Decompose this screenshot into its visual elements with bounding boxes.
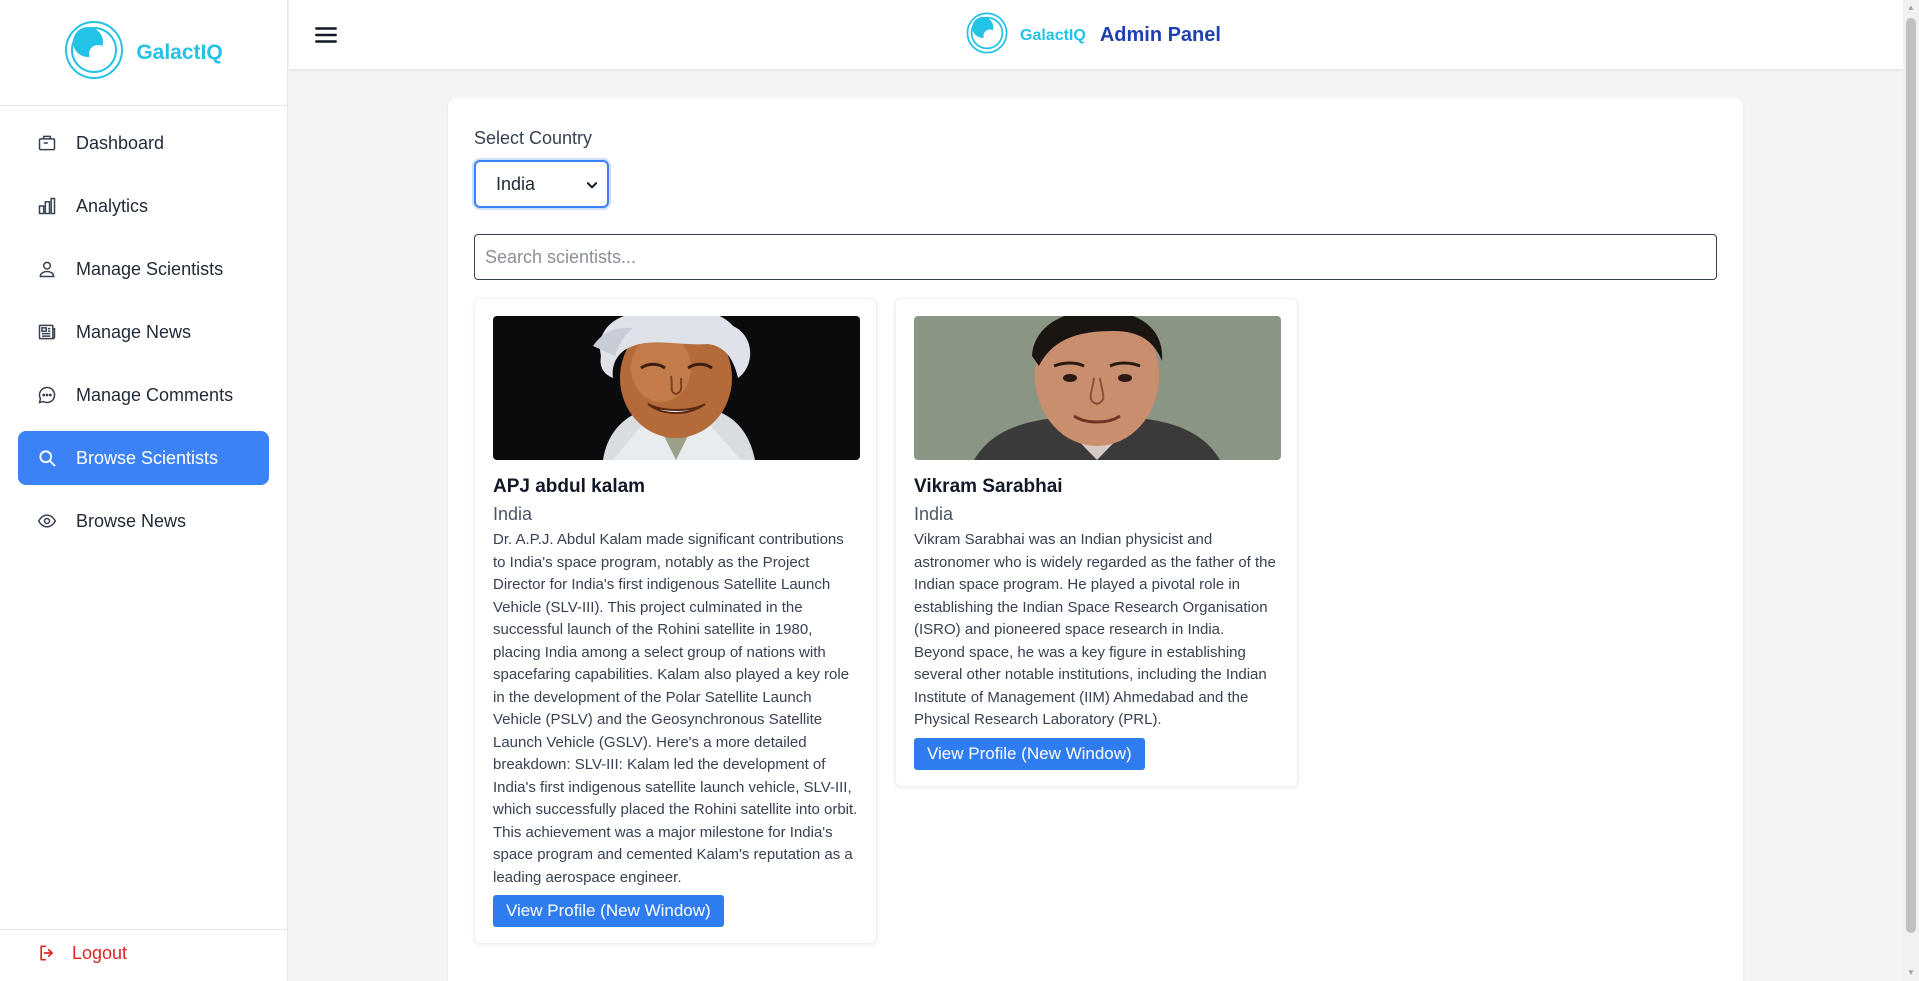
sidebar-item-manage-news[interactable]: Manage News (18, 305, 269, 359)
logout-label: Logout (72, 942, 128, 963)
comment-icon (36, 384, 58, 406)
sidebar-item-manage-comments[interactable]: Manage Comments (18, 368, 269, 422)
sidebar-item-browse-scientists[interactable]: Browse Scientists (18, 431, 269, 485)
scroll-up-arrow-icon[interactable]: ▲ (1906, 3, 1916, 13)
scientist-name: APJ abdul kalam (493, 476, 646, 497)
scientist-bio: Dr. A.P.J. Abdul Kalam made significant … (493, 531, 858, 886)
top-bar: GalactIQ Admin Panel (289, 0, 1903, 70)
page-title: Admin Panel (1099, 24, 1221, 46)
sidebar-item-dashboard[interactable]: Dashboard (18, 116, 269, 170)
scientist-card: APJ abdul kalam India Dr. A.P.J. Abdul K… (474, 298, 877, 944)
sidebar-item-analytics[interactable]: Analytics (18, 179, 269, 233)
sidebar-item-label: Dashboard (76, 132, 165, 153)
country-select-value: India (496, 173, 536, 194)
sidebar-item-label: Manage Comments (76, 384, 234, 405)
sidebar-item-manage-scientists[interactable]: Manage Scientists (18, 242, 269, 296)
hamburger-menu-icon[interactable] (313, 22, 339, 48)
user-icon (36, 258, 58, 280)
scientist-photo (493, 316, 860, 460)
scientist-country: India (914, 504, 954, 524)
sidebar: GalactIQ Dashboard Analytics Manage Scie… (0, 0, 288, 981)
country-select[interactable]: India (474, 160, 609, 208)
browse-scientists-panel: Select Country India APJ a (448, 98, 1743, 981)
page-scrollbar[interactable]: ▲ ▼ (1903, 0, 1919, 981)
view-profile-button[interactable]: View Profile (New Window) (914, 737, 1145, 770)
scrollbar-thumb[interactable] (1906, 18, 1916, 933)
logout-button[interactable]: Logout (36, 942, 287, 964)
country-select-label: Select Country (474, 128, 593, 148)
search-input[interactable] (474, 234, 1717, 280)
sidebar-item-label: Browse News (76, 510, 187, 531)
brand-name: GalactIQ (136, 40, 223, 64)
scientist-bio: Vikram Sarabhai was an Indian physicist … (914, 531, 1276, 728)
eye-icon (36, 510, 58, 532)
scientist-photo (914, 316, 1281, 460)
dashboard-icon (36, 132, 58, 154)
sidebar-nav: Dashboard Analytics Manage Scientists Ma… (0, 106, 287, 567)
galactiq-logo-icon (966, 12, 1008, 59)
sidebar-item-label: Browse Scientists (76, 447, 219, 468)
logout-icon (36, 942, 58, 964)
bar-chart-icon (36, 195, 58, 217)
search-icon (36, 447, 58, 469)
scientist-card: Vikram Sarabhai India Vikram Sarabhai wa… (895, 298, 1298, 787)
sidebar-footer: Logout (0, 929, 287, 981)
scroll-down-arrow-icon[interactable]: ▼ (1906, 968, 1916, 978)
sidebar-item-browse-news[interactable]: Browse News (18, 494, 269, 548)
galactiq-logo-icon (64, 20, 124, 85)
header-brand: GalactIQ Admin Panel (966, 12, 1221, 59)
scientist-name: Vikram Sarabhai (914, 476, 1063, 497)
sidebar-item-label: Manage Scientists (76, 258, 224, 279)
view-profile-button[interactable]: View Profile (New Window) (493, 895, 724, 927)
newspaper-icon (36, 321, 58, 343)
sidebar-item-label: Manage News (76, 321, 192, 342)
scientist-country: India (493, 504, 533, 524)
chevron-down-icon (585, 176, 599, 190)
sidebar-item-label: Analytics (76, 195, 149, 216)
header-brand-name: GalactIQ (1020, 26, 1086, 44)
sidebar-brand[interactable]: GalactIQ (0, 0, 287, 106)
